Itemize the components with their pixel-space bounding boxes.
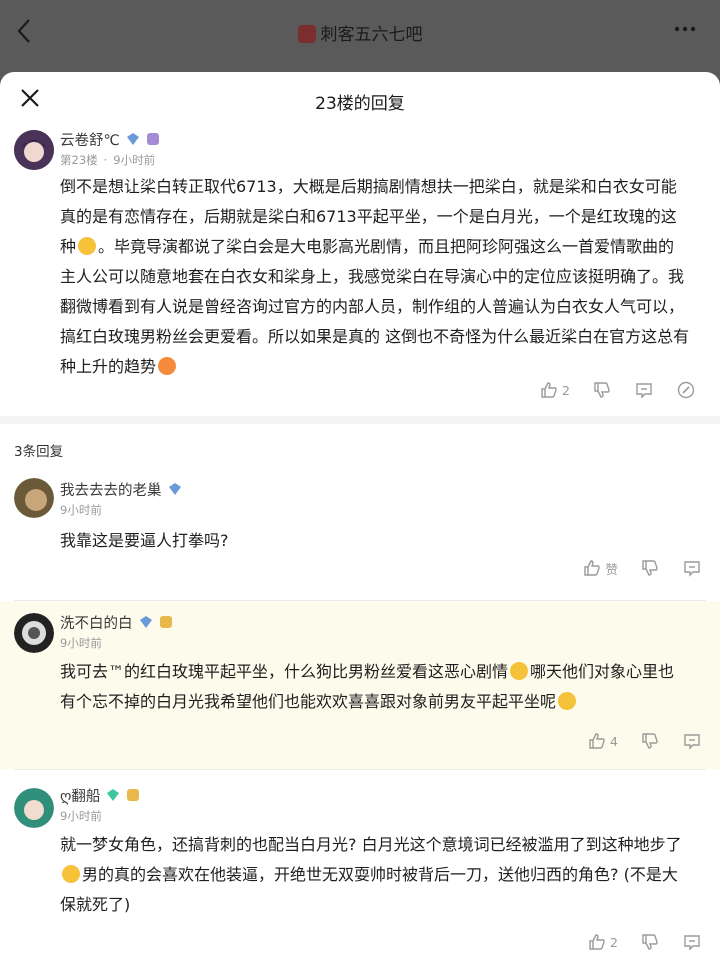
reply-actions: 4 — [565, 729, 702, 753]
like-count: 4 — [610, 733, 618, 749]
like-button[interactable]: 4 — [587, 731, 618, 751]
username[interactable]: 我去去去的老巢 — [60, 479, 162, 500]
username[interactable]: ღ翻船 — [60, 785, 100, 806]
emoji-icon — [510, 662, 529, 680]
thumbs-down-icon — [642, 733, 658, 749]
comment-icon — [636, 383, 652, 399]
avatar[interactable] — [14, 788, 54, 828]
more-horizontal-icon — [674, 26, 696, 32]
thumbs-up-icon — [589, 934, 605, 950]
post-text-2: 。毕竟导演都说了桬白会是大电影高光剧情，而且把阿珍阿强这么一首爱情歌曲的主人公可… — [60, 237, 690, 376]
comment-button[interactable] — [634, 380, 654, 400]
emoji-icon — [158, 357, 177, 375]
avatar[interactable] — [14, 613, 54, 653]
comment-icon — [684, 734, 700, 750]
list-item: 洗不白的白 9小时前 我可去™的红白玫瑰平起平坐，什么狗比男粉丝爱看这恶心剧情哪… — [0, 601, 720, 769]
post-content: 倒不是想让桬白转正取代6713，大概是后期搞剧情想扶一把桬白，就是桬和白衣女可能… — [60, 172, 690, 382]
app-screen: 刺客五六七吧 23楼的回复 云卷舒℃ 第23楼 · 9小时前 倒不是想让桬白转正… — [0, 0, 720, 980]
emoji-icon — [558, 692, 577, 710]
forum-title[interactable]: 刺客五六七吧 — [0, 20, 720, 45]
thumbs-up-icon — [584, 560, 601, 576]
post-actions: 2 — [517, 378, 696, 402]
level-badge-icon — [159, 616, 172, 628]
emoji-icon — [78, 237, 97, 255]
comment-icon — [684, 935, 700, 951]
comment-button[interactable] — [682, 932, 702, 952]
reply-content: 我靠这是要逼人打拳吗? — [60, 531, 229, 550]
like-button[interactable]: 2 — [587, 932, 618, 952]
like-button[interactable]: 2 — [539, 380, 570, 400]
forum-avatar-icon — [297, 25, 316, 43]
dislike-button[interactable] — [640, 558, 660, 578]
like-count: 2 — [610, 934, 618, 950]
comment-button[interactable] — [682, 558, 702, 578]
list-item: ღ翻船 9小时前 就一梦女角色，还搞背刺的也配当白月光? 白月光这个意境词已经被… — [0, 770, 720, 960]
floor-number: 第23楼 — [60, 153, 98, 167]
main-post: 云卷舒℃ 第23楼 · 9小时前 倒不是想让桬白转正取代6713，大概是后期搞剧情想… — [0, 128, 720, 416]
edit-icon — [677, 381, 695, 399]
reply-actions: 赞 — [560, 556, 702, 580]
list-item: 我去去去的老巢 9小时前 我靠这是要逼人打拳吗? 赞 — [0, 472, 720, 600]
reply-actions: 2 — [565, 930, 702, 954]
reply-content: 我可去™的红白玫瑰平起平坐，什么狗比男粉丝爱看这恶心剧情 哪天他们对象心里也有个忘… — [60, 662, 675, 711]
reply-sheet: 23楼的回复 云卷舒℃ 第23楼 · 9小时前 倒不是想让桬白转正取代6713，大概… — [0, 72, 720, 980]
top-bar: 刺客五六七吧 — [0, 0, 720, 66]
verified-badge-icon — [168, 483, 181, 495]
sheet-title: 23楼的回复 — [315, 94, 405, 114]
avatar[interactable] — [14, 130, 54, 170]
thumbs-down-icon — [594, 382, 610, 398]
dislike-button[interactable] — [592, 380, 612, 400]
post-time: 9小时前 — [60, 636, 102, 650]
dislike-button[interactable] — [640, 731, 660, 751]
reply-content: 就一梦女角色，还搞背刺的也配当白月光? 白月光这个意境词已经被滥用了到这种地步了… — [60, 835, 682, 914]
emoji-icon — [62, 865, 80, 883]
edit-button[interactable] — [676, 380, 696, 400]
post-meta: 第23楼 · 9小时前 — [60, 153, 156, 167]
sheet-header: 23楼的回复 — [0, 72, 720, 128]
verified-badge-icon — [107, 789, 120, 801]
dislike-button[interactable] — [640, 932, 660, 952]
more-button[interactable] — [672, 16, 698, 49]
like-count: 2 — [562, 382, 570, 398]
comment-icon — [684, 561, 700, 577]
level-badge-icon — [146, 133, 159, 145]
forum-name: 刺客五六七吧 — [320, 25, 423, 45]
thumbs-up-icon — [541, 382, 557, 398]
reply-count: 3条回复 — [14, 444, 64, 460]
post-author: 云卷舒℃ — [60, 128, 690, 150]
section-divider — [0, 416, 720, 424]
post-time: 9小时前 — [60, 503, 102, 517]
like-button[interactable]: 赞 — [582, 558, 618, 578]
verified-badge-icon — [139, 616, 152, 628]
avatar[interactable] — [14, 478, 54, 518]
like-count: 赞 — [605, 561, 618, 577]
comment-button[interactable] — [682, 731, 702, 751]
username[interactable]: 洗不白的白 — [60, 612, 133, 633]
username[interactable]: 云卷舒℃ — [60, 129, 120, 150]
thumbs-down-icon — [642, 560, 658, 576]
level-badge-icon — [127, 789, 140, 801]
post-time: 9小时前 — [113, 153, 156, 167]
post-time: 9小时前 — [60, 809, 102, 823]
verified-badge-icon — [126, 133, 139, 145]
thumbs-down-icon — [642, 934, 658, 950]
thumbs-up-icon — [589, 733, 605, 749]
